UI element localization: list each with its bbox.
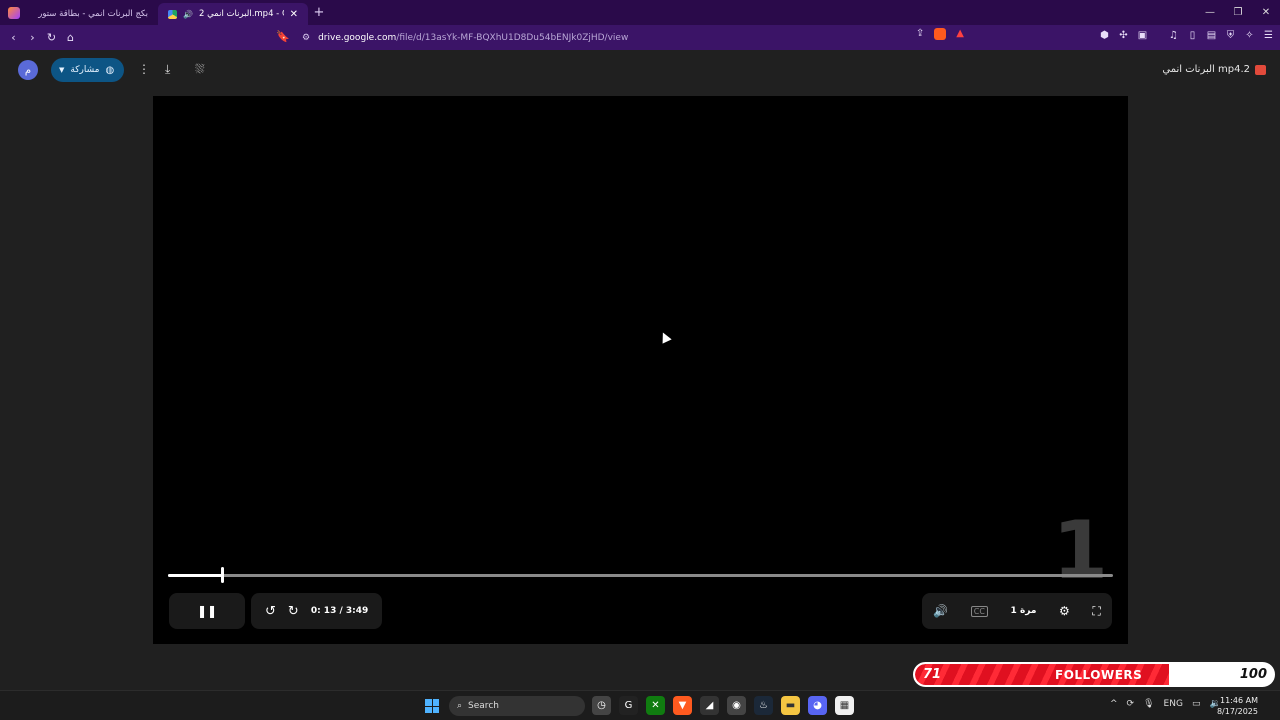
tab-strip: بكج البرنات انمي - بطاقة ستور 🔊 البرنات … xyxy=(0,0,1280,25)
brave-shields-icon[interactable] xyxy=(934,28,947,40)
video-file-icon xyxy=(1255,65,1266,75)
language-indicator[interactable]: ENG xyxy=(1164,699,1183,709)
download-icon[interactable]: ⤓ xyxy=(165,62,170,77)
tab-title: البرنات انمي 2.mp4 - Google Drive xyxy=(198,9,284,19)
discord-icon[interactable]: ◕ xyxy=(808,696,827,715)
file-title: البرنات انمي mp4.2 xyxy=(1162,64,1250,75)
followers-goal: 100 xyxy=(1239,667,1267,682)
steam-icon[interactable]: ♨ xyxy=(754,696,773,715)
brave-rewards-icon[interactable]: ▲ xyxy=(956,28,964,40)
avatar[interactable]: م xyxy=(18,60,38,80)
followers-count: 71 xyxy=(923,667,942,682)
close-window-icon[interactable]: ✕ xyxy=(1252,7,1280,18)
system-clock[interactable]: 11:46 AM 8/17/2025 xyxy=(1217,695,1258,717)
seek-bar[interactable] xyxy=(168,567,1113,583)
sidebar-icon[interactable]: ▯ xyxy=(1186,30,1199,41)
add-to-drive-icon[interactable]: ⛆ xyxy=(195,62,205,77)
more-options-icon[interactable]: ⋮ xyxy=(138,62,150,76)
seek-bar-progress xyxy=(168,574,222,577)
audio-playing-icon[interactable]: 🔊 xyxy=(183,10,193,19)
tab-store[interactable]: بكج البرنات انمي - بطاقة ستور xyxy=(28,3,158,25)
share-button[interactable]: ▼ مشاركة ◍ xyxy=(51,58,124,82)
wallet-icon[interactable]: ▤ xyxy=(1205,30,1218,41)
time-display: 0: 13 / 3:49 xyxy=(310,606,369,616)
media-icon[interactable]: ♫ xyxy=(1167,30,1180,41)
address-bar[interactable]: ⚙ drive.google.com /file/d/13asYk-MF-BQX… xyxy=(296,28,976,47)
mouse-cursor-icon xyxy=(658,330,672,344)
reload-icon[interactable]: ↻ xyxy=(42,31,61,44)
drive-header: م ▼ مشاركة ◍ ⋮ ⤓ ⛆ البرنات انمي mp4.2 xyxy=(0,50,1280,90)
brave-browser-icon[interactable]: ▼ xyxy=(673,696,692,715)
forward-icon[interactable]: › xyxy=(23,31,42,44)
sync-icon[interactable]: ⟳ xyxy=(1127,699,1135,709)
pause-icon: ❚❚ xyxy=(196,604,218,618)
pause-button[interactable]: ❚❚ xyxy=(169,593,245,629)
clock-date: 8/17/2025 xyxy=(1216,707,1258,716)
share-label: مشاركة xyxy=(70,65,100,75)
restore-icon[interactable]: ❐ xyxy=(1224,7,1252,18)
browser-menu-logo[interactable] xyxy=(0,0,28,25)
app-icon-logitech[interactable]: G xyxy=(619,696,638,715)
fullscreen-icon[interactable]: ⛶ xyxy=(1092,604,1100,619)
new-tab-button[interactable]: + xyxy=(308,5,330,20)
chevron-down-icon: ▼ xyxy=(59,66,65,74)
extension-icon[interactable]: ⬢ xyxy=(1098,30,1111,41)
clock-time: 11:46 AM xyxy=(1220,696,1258,705)
back-icon[interactable]: ‹ xyxy=(4,31,23,44)
windows-start-icon[interactable] xyxy=(425,699,439,713)
microphone-icon[interactable]: 🎙 xyxy=(1143,699,1154,709)
video-watermark: 1 xyxy=(1052,504,1108,597)
settings-gear-icon[interactable]: ⚙ xyxy=(1059,604,1070,618)
screenshot-icon[interactable]: ▣ xyxy=(1136,30,1149,41)
tab-title: بكج البرنات انمي - بطاقة ستور xyxy=(38,9,148,19)
window-controls: — ❐ ✕ xyxy=(1196,7,1280,18)
store-icon[interactable]: ▦ xyxy=(835,696,854,715)
leo-ai-icon[interactable]: ✧ xyxy=(1243,30,1256,41)
vpn-shield-icon[interactable]: ⛨ xyxy=(1224,30,1237,41)
app-icon-capcut[interactable]: ◢ xyxy=(700,696,719,715)
share-page-icon[interactable]: ⇪ xyxy=(916,28,924,40)
google-drive-icon xyxy=(168,9,177,19)
xbox-icon[interactable]: ✕ xyxy=(646,696,665,715)
tab-drive[interactable]: 🔊 البرنات انمي 2.mp4 - Google Drive ✕ xyxy=(158,3,308,25)
volume-icon[interactable]: 🔊 xyxy=(933,604,948,618)
puzzle-icon[interactable]: ✣ xyxy=(1117,30,1130,41)
search-icon: ⌕ xyxy=(457,701,463,711)
player-settings-group: 🔊 CC 1 مرة ⚙ ⛶ xyxy=(922,593,1112,629)
chevron-up-icon[interactable]: ^ xyxy=(1110,699,1118,709)
obs-icon[interactable]: ◉ xyxy=(727,696,746,715)
display-icon[interactable]: ▭ xyxy=(1192,699,1201,709)
menu-icon[interactable]: ☰ xyxy=(1262,30,1275,41)
search-label: Search xyxy=(468,701,499,711)
followers-label: FOLLOWERS xyxy=(1055,668,1143,682)
rewind-10-icon[interactable]: ↺ xyxy=(265,604,276,619)
minimize-icon[interactable]: — xyxy=(1196,7,1224,18)
captions-icon[interactable]: CC xyxy=(970,605,988,617)
taskbar-search[interactable]: ⌕ Search xyxy=(449,696,585,716)
playback-time-group: ↺ ↻ 0: 13 / 3:49 xyxy=(251,593,383,629)
extensions-area: ⬢ ✣ ▣ ♫ ▯ ▤ ⛨ ✧ ☰ xyxy=(1098,30,1275,41)
taskbar: ⌕ Search ◷ G ✕ ▼ ◢ ◉ ♨ ▬ ◕ ▦ ^ ⟳ 🎙 ENG ▭… xyxy=(0,690,1280,720)
browser-toolbar: ‹ › ↻ ⌂ 🔖 ⚙ drive.google.com /file/d/13a… xyxy=(0,25,1280,50)
home-icon[interactable]: ⌂ xyxy=(61,31,80,44)
file-explorer-icon[interactable]: ▬ xyxy=(781,696,800,715)
bookmark-icon[interactable]: 🔖 xyxy=(276,30,290,43)
seek-handle[interactable] xyxy=(220,567,224,583)
url-path: /file/d/13asYk-MF-BQXhU1D8Du54bENJk0ZjHD… xyxy=(396,32,629,43)
close-tab-icon[interactable]: ✕ xyxy=(290,9,298,20)
app-icon-clock[interactable]: ◷ xyxy=(592,696,611,715)
url-host: drive.google.com xyxy=(318,32,397,43)
followers-goal-bar: 71 FOLLOWERS 100 xyxy=(913,662,1275,687)
forward-10-icon[interactable]: ↻ xyxy=(288,604,299,619)
globe-icon: ◍ xyxy=(105,64,115,76)
playback-speed-button[interactable]: 1 مرة xyxy=(1011,606,1037,616)
video-player[interactable]: 1 ❚❚ ↺ ↻ 0: 13 / 3:49 🔊 CC 1 مرة ⚙ ⛶ xyxy=(153,96,1128,644)
site-info-icon[interactable]: ⚙ xyxy=(302,33,310,43)
